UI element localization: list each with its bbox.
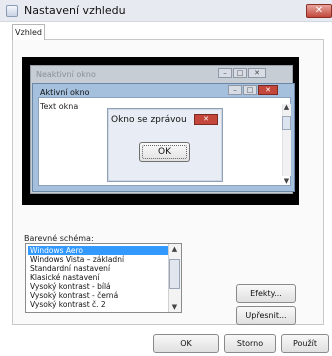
window-title: Nastavení vzhledu — [24, 4, 126, 17]
window-text-sample: Text okna — [40, 102, 79, 111]
active-minimize-icon: – — [228, 85, 242, 95]
inactive-maximize-icon: □ — [233, 68, 247, 78]
focus-rectangle — [142, 145, 187, 159]
inactive-close-icon: ✕ — [248, 68, 266, 78]
tab-vzhled[interactable]: Vzhled — [12, 24, 45, 40]
message-box-close-icon: ✕ — [194, 114, 218, 125]
active-maximize-icon: □ — [243, 85, 257, 95]
list-item[interactable]: Vysoký kontrast - černá — [28, 291, 168, 300]
close-window-button[interactable]: ✕ — [306, 4, 332, 18]
list-item[interactable]: Vysoký kontrast - bílá — [28, 282, 168, 291]
list-item[interactable]: Klasické nastavení — [28, 273, 168, 282]
list-item[interactable]: Windows Aero — [28, 246, 168, 255]
effects-button[interactable]: Efekty... — [236, 284, 296, 303]
inactive-minimize-icon: – — [218, 68, 232, 78]
ok-button[interactable]: OK — [153, 334, 219, 353]
message-box-title: Okno se zprávou — [111, 115, 187, 125]
list-item[interactable]: Windows Vista – základní — [28, 255, 168, 264]
inactive-window-title: Neaktivní okno — [36, 70, 96, 79]
list-item[interactable]: Standardní nastavení — [28, 264, 168, 273]
message-box-ok-button: OK — [139, 142, 190, 162]
preview-scroll-thumb — [282, 116, 291, 130]
scroll-up-arrow-icon: ▲ — [283, 103, 290, 111]
cancel-button[interactable]: Storno — [224, 334, 276, 353]
apply-button[interactable]: Použít — [281, 334, 329, 353]
color-scheme-list[interactable]: Windows Aero Windows Vista – základní St… — [25, 243, 182, 313]
scroll-down-arrow-icon: ▼ — [283, 177, 290, 185]
list-item[interactable]: Vysoký kontrast č. 2 — [28, 300, 168, 309]
list-scroll-up-icon[interactable]: ▲ — [170, 244, 179, 254]
window-icon — [6, 5, 18, 17]
list-scroll-thumb[interactable] — [169, 259, 180, 289]
list-scroll-down-icon[interactable]: ▼ — [170, 302, 179, 312]
advanced-button[interactable]: Upřesnit... — [236, 306, 296, 325]
active-close-icon: ✕ — [258, 85, 278, 95]
preview-scrollbar — [282, 104, 291, 176]
